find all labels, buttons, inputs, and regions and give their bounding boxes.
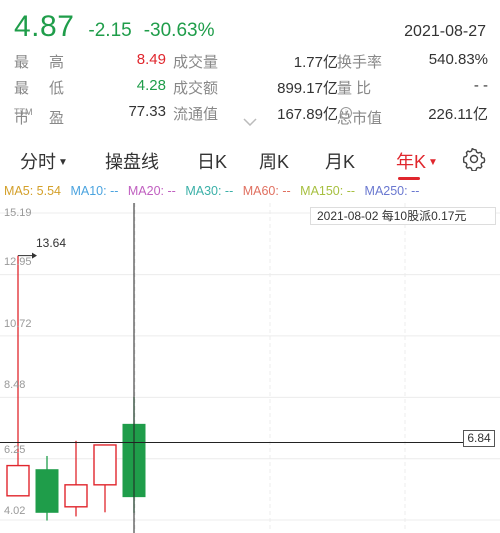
high-annotation: 13.64 <box>36 236 67 250</box>
ma20-label: MA20: -- <box>127 184 176 198</box>
stat-value-pe: 77.33 <box>128 103 166 120</box>
candle-body <box>93 444 117 486</box>
caret-down-icon: ▼ <box>428 157 438 168</box>
stat-value-turnover: 540.83% <box>428 51 488 68</box>
stat-label-volume-ratio: 量 比 <box>337 80 372 97</box>
stat-value-float-cap: 167.89亿 <box>277 106 338 123</box>
stat-label-volume: 成交量 <box>173 54 219 71</box>
tab-week-k[interactable]: 周K <box>259 148 289 174</box>
ma60-label: MA60: -- <box>242 184 291 198</box>
ma-legend: MA5: 5.54 MA10: -- MA20: -- MA30: -- MA6… <box>4 184 500 200</box>
ma30-label: MA30: -- <box>185 184 234 198</box>
dividend-note: 2021-08-02 每10股派0.17元 <box>310 207 496 225</box>
y-tick-label: 4.02 <box>4 505 26 517</box>
tab-timeshare-label: 分时 <box>20 152 56 172</box>
tab-timeshare[interactable]: 分时 ▼ <box>20 148 68 174</box>
y-tick-label: 12.95 <box>4 256 32 268</box>
stat-label-pe-sup: TTM <box>14 107 33 117</box>
quote-header: 4.87 -2.15 -30.63% 2021-08-27 最高 8.49 成交… <box>0 0 500 128</box>
quote-date: 2021-08-27 <box>404 23 486 40</box>
info-icon[interactable]: i <box>340 107 352 119</box>
y-tick-label: 8.48 <box>4 379 26 391</box>
tab-year-k[interactable]: 年K ▼ <box>396 148 438 174</box>
gear-icon[interactable] <box>462 147 486 171</box>
candle-body <box>6 464 30 497</box>
stats-row: 最低 4.28 成交额 899.17亿 量 比 - - <box>14 73 488 99</box>
stat-label-float-cap: 流通值 <box>173 106 219 123</box>
ma250-label: MA250: -- <box>364 184 420 198</box>
stat-value-volume-ratio: - - <box>473 77 488 94</box>
stats-row: 最高 8.49 成交量 1.77亿 换手率 540.83% <box>14 47 488 73</box>
stat-value-amount: 899.17亿 <box>277 80 338 97</box>
tab-day-k[interactable]: 日K <box>197 148 227 174</box>
ma10-label: MA10: -- <box>70 184 119 198</box>
stat-value-low: 4.28 <box>136 77 166 94</box>
stat-label-high: 最高 <box>14 54 85 71</box>
tab-year-k-label: 年K <box>396 152 427 172</box>
active-tab-indicator <box>398 177 420 180</box>
ma5-label: MA5: 5.54 <box>4 184 61 198</box>
crosshair-price-label: 6.84 <box>463 430 495 447</box>
price-row: 4.87 -2.15 -30.63% 2021-08-27 <box>14 10 486 43</box>
high-marker-arrow <box>32 252 37 259</box>
y-tick-label: 6.25 <box>4 444 26 456</box>
price-change: -2.15 <box>88 20 132 41</box>
ma150-label: MA150: -- <box>300 184 356 198</box>
stats-grid: 最高 8.49 成交量 1.77亿 换手率 540.83% 最低 4.28 成交… <box>14 47 488 127</box>
candle-body <box>35 469 59 513</box>
kline-tabs: 分时 ▼ 操盘线 日K 周K 月K 年K ▼ <box>0 140 500 180</box>
tab-operate-line[interactable]: 操盘线 <box>105 148 159 174</box>
stat-label-amount: 成交额 <box>173 80 219 97</box>
y-tick-label: 15.19 <box>4 207 32 219</box>
stat-value-total-cap: 226.11亿 <box>428 106 488 123</box>
price-change-percent: -30.63% <box>143 20 215 41</box>
year-k-chart[interactable] <box>0 200 500 533</box>
current-price: 4.87 <box>14 10 75 43</box>
stat-value-high: 8.49 <box>136 51 166 68</box>
expand-chevron-icon[interactable] <box>243 118 257 126</box>
tab-month-k[interactable]: 月K <box>325 148 355 174</box>
candle-body <box>64 484 88 508</box>
y-tick-label: 10.72 <box>4 318 32 330</box>
stat-label-turnover: 换手率 <box>337 54 383 71</box>
stat-value-volume: 1.77亿 <box>293 54 338 71</box>
stat-label-low: 最低 <box>14 80 85 97</box>
caret-down-icon: ▼ <box>58 157 68 168</box>
